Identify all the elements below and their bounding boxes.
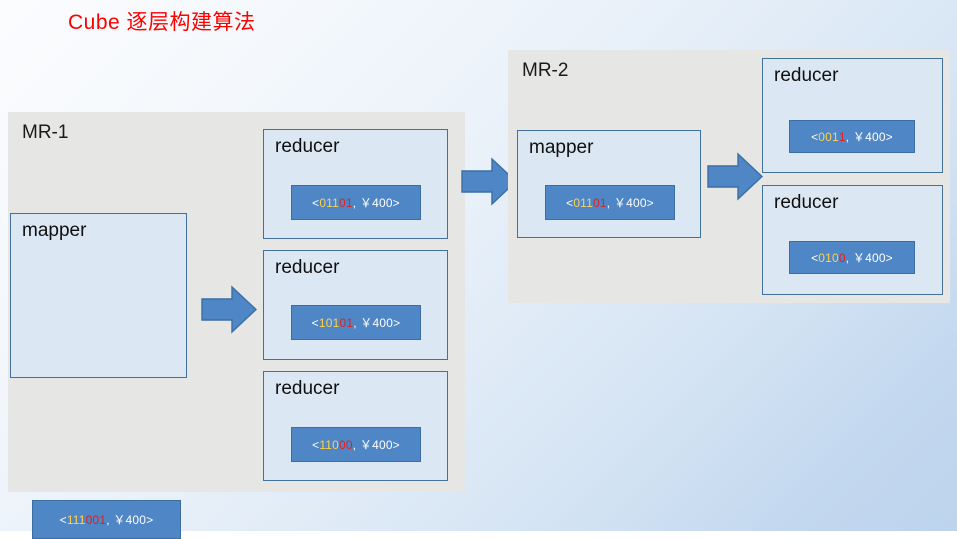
chip-key-kept: 001 <box>818 129 839 144</box>
mr-1-reducer-1-chip: <011 01, ￥400> <box>291 185 421 220</box>
mr-1-mapper-label: mapper <box>22 220 87 241</box>
mr-1-reducer-1-label: reducer <box>275 136 340 157</box>
chip-close: , ￥400> <box>606 196 654 210</box>
chip-open-bracket: < <box>311 315 319 330</box>
mr-1-mapper-chip: <111 001, ￥400> <box>32 500 181 539</box>
arrow-mr2-mapper-to-reducers <box>707 152 763 201</box>
chip-key-kept: 101 <box>318 315 340 330</box>
chip-key-kept: 011 <box>319 195 340 210</box>
mr-1-mapper-box: mapper <111 001, ￥400> <box>10 213 187 539</box>
chip-key-kept: 111 <box>66 512 86 527</box>
mr-1-reducer-2-chip: <101 01, ￥400> <box>291 305 421 340</box>
chip-open-bracket: < <box>59 512 67 527</box>
chip-open-bracket: < <box>312 195 320 210</box>
chip-key-dropped: 01 <box>339 195 353 210</box>
arrow-mr1-mapper-to-reducers <box>201 285 257 334</box>
mr-1-reducer-3-box: reducer <box>263 371 448 481</box>
mr-2-reducer-2-box: reducer <box>762 185 943 295</box>
mr-2-mapper-chip: <011 01, ￥400> <box>545 185 675 220</box>
chip-open-bracket: < <box>811 250 819 265</box>
chip-close: , ￥400> <box>845 130 893 144</box>
stage-mr-2-label: MR-2 <box>522 60 569 81</box>
chip-key-dropped: 01 <box>339 315 354 330</box>
chip-key-dropped: 001 <box>85 512 107 527</box>
mr-2-mapper-label: mapper <box>529 137 594 158</box>
page-title: Cube 逐层构建算法 <box>68 11 256 34</box>
chip-key-kept: 010 <box>818 250 839 265</box>
mr-2-reducer-2-label: reducer <box>774 192 839 213</box>
chip-key-dropped: 1 <box>838 129 846 144</box>
diagram-canvas: Cube 逐层构建算法 MR-1 mapper <111 001, ￥400> r… <box>0 0 957 539</box>
stage-mr-1-label: MR-1 <box>22 122 69 143</box>
chip-key-dropped: 0 <box>838 250 846 265</box>
mr-2-reducer-1-chip: <001 1, ￥400> <box>789 120 915 153</box>
mr-2-reducer-1-box: reducer <box>762 58 943 173</box>
mr-1-reducer-3-chip: <110 00, ￥400> <box>291 427 421 462</box>
mr-1-reducer-1-box: reducer <box>263 129 448 239</box>
mr-1-reducer-3-label: reducer <box>275 378 340 399</box>
chip-close: , ￥400> <box>352 196 400 210</box>
chip-key-dropped: 00 <box>339 437 353 452</box>
mr-2-reducer-1-label: reducer <box>774 65 839 86</box>
chip-open-bracket: < <box>566 195 574 210</box>
mr-2-reducer-2-chip: <010 0, ￥400> <box>789 241 915 274</box>
chip-key-kept: 110 <box>319 437 340 452</box>
chip-close: , ￥400> <box>353 316 401 330</box>
chip-close: , ￥400> <box>106 513 154 527</box>
chip-key-kept: 011 <box>573 195 594 210</box>
chip-close: , ￥400> <box>845 251 893 265</box>
chip-close: , ￥400> <box>352 438 400 452</box>
chip-open-bracket: < <box>312 437 320 452</box>
chip-open-bracket: < <box>811 129 819 144</box>
mr-1-reducer-2-label: reducer <box>275 257 340 278</box>
mr-2-mapper-box: mapper <box>517 130 701 238</box>
chip-key-dropped: 01 <box>593 195 607 210</box>
